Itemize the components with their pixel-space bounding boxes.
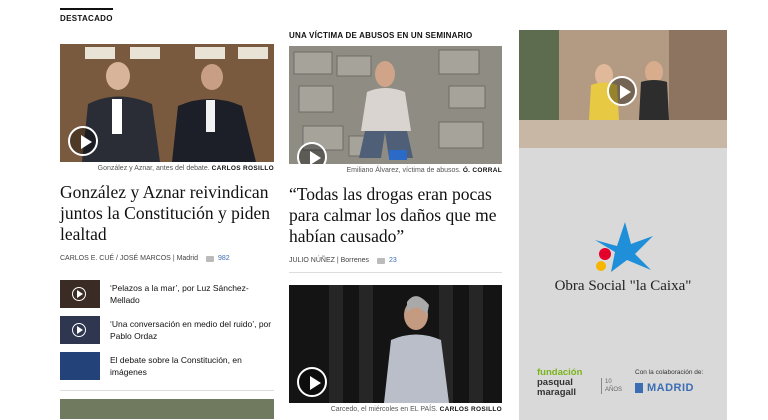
byline-location: | Borrenes [336,257,370,264]
list-item[interactable]: ‘Una conversación en medio del ruido’, p… [60,312,274,348]
photo-credit: CARLOS ROSILLO [439,406,502,413]
caixa-star-icon [595,222,653,272]
madrid-label: MADRID [647,382,694,394]
photo-caption: Carcedo, el miércoles en EL PAÍS. [330,406,438,413]
partner-logo: fundación pasqual maragall [537,368,582,398]
video-thumbnail[interactable] [60,316,100,344]
divider [60,390,274,391]
related-list: ‘Pelazos a la mar’, por Luz Sánchez-Mell… [60,276,274,384]
next-story-photo[interactable] [60,399,274,419]
third-story-photo[interactable] [289,285,502,403]
ad-video[interactable] [519,30,727,148]
list-item[interactable]: ‘Pelazos a la mar’, por Luz Sánchez-Mell… [60,276,274,312]
collab-label: Con la colaboración de: [635,369,704,376]
photo-caption: Emiliano Álvarez, víctima de abusos. [346,167,461,174]
play-video-icon[interactable] [68,126,98,156]
play-video-icon[interactable] [607,76,637,106]
comment-count[interactable]: 23 [389,257,397,264]
comment-icon [205,255,214,262]
ad-brand: Obra Social "la Caixa" [554,278,692,294]
byline-location: | Madrid [172,255,198,262]
years-badge: 10 AÑOS [601,378,629,394]
lead-story-photo[interactable] [60,44,274,162]
play-icon [72,323,86,337]
second-story-photo[interactable] [289,46,502,164]
story-kicker[interactable]: UNA VÍCTIMA DE ABUSOS EN UN SEMINARIO [289,31,502,40]
photo-caption: González y Aznar, antes del debate. [97,165,210,172]
play-icon [72,287,86,301]
comment-count[interactable]: 982 [218,255,230,262]
photo-credit: CARLOS ROSILLO [211,165,274,172]
divider [289,272,502,273]
second-headline[interactable]: “Todas las drogas eran pocas para calmar… [289,184,502,247]
second-story: UNA VÍCTIMA DE ABUSOS EN UN SEMINARIO Em… [289,31,502,413]
related-link[interactable]: ‘Pelazos a la mar’, por Luz Sánchez-Mell… [110,282,274,306]
related-link[interactable]: El debate sobre la Constitución, en imág… [110,354,274,378]
play-video-icon[interactable] [297,367,327,397]
lead-headline[interactable]: González y Aznar reivindican juntos la C… [60,182,274,245]
section-label: DESTACADO [60,8,113,23]
madrid-crest-icon [635,383,643,393]
comment-icon [377,257,386,264]
gallery-thumbnail[interactable] [60,352,100,380]
ad-panel[interactable]: Obra Social "la Caixa" fundación pasqual… [519,148,727,420]
list-item[interactable]: El debate sobre la Constitución, en imág… [60,348,274,384]
lead-story: González y Aznar, antes del debate. CARL… [60,44,274,419]
madrid-logo: MADRID [635,382,694,394]
photo-credit: Ó. CORRAL [462,167,502,174]
video-thumbnail[interactable] [60,280,100,308]
partner-line3: maragall [537,387,577,398]
byline-authors[interactable]: CARLOS E. CUÉ / JOSÉ MARCOS [60,255,171,262]
play-video-icon[interactable] [297,142,327,164]
related-link[interactable]: ‘Una conversación en medio del ruido’, p… [110,318,274,342]
byline-author[interactable]: JULIO NÚÑEZ [289,257,335,264]
